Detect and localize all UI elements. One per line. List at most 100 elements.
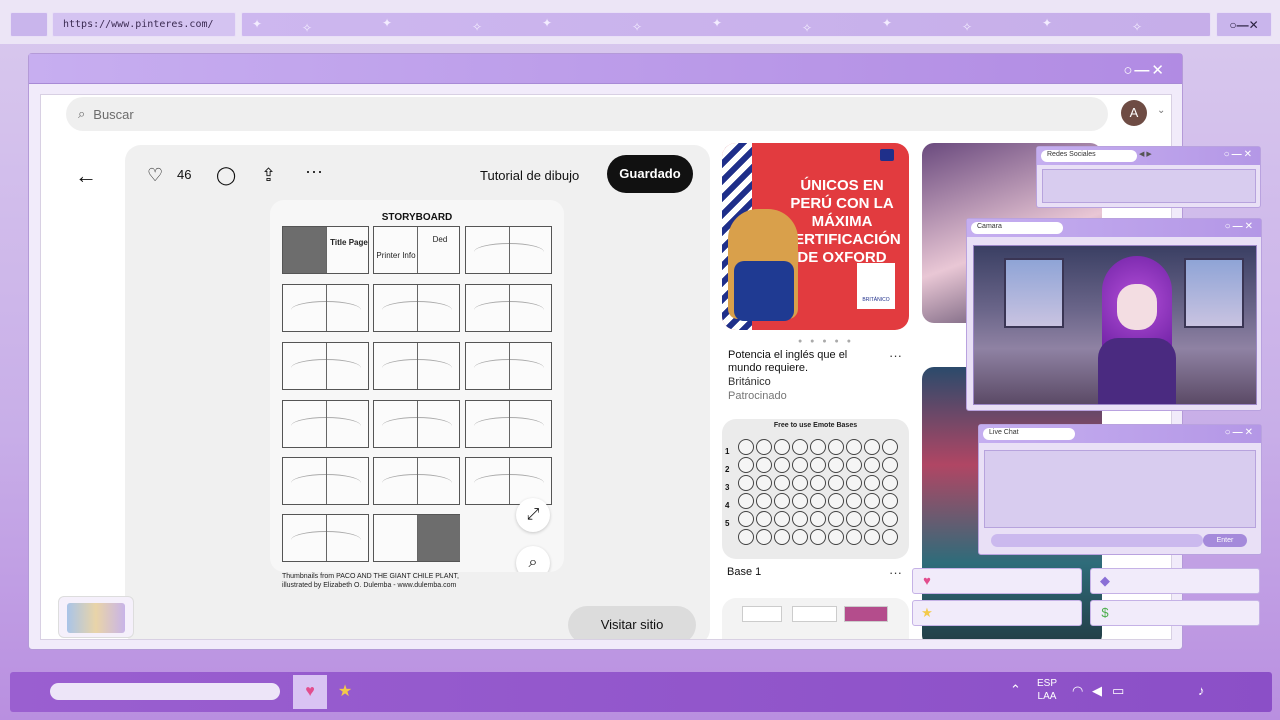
emote-grid: [738, 439, 898, 545]
sponsored-pin-image[interactable]: ÚNICOS EN PERÚ CON LA MÁXIMA CERTIFICACI…: [722, 143, 909, 330]
sparkle-icon: ✦: [542, 16, 553, 30]
storyboard-cell: [465, 284, 552, 332]
more-options-icon[interactable]: ···: [889, 348, 902, 363]
storyboard-cell: [282, 457, 369, 505]
comment-icon[interactable]: ◯: [216, 165, 236, 186]
dollar-icon: $: [1101, 605, 1109, 620]
chat-input[interactable]: [991, 534, 1203, 547]
like-count: 46: [177, 167, 192, 182]
storyboard-cell: [282, 284, 369, 332]
enter-button[interactable]: Enter: [1203, 534, 1247, 547]
pin-toolbar: ← ♡ 46 ◯ ⇪ ··· Tutorial de dibujo Guarda…: [75, 153, 710, 197]
sparkle-icon: ✧: [632, 20, 643, 34]
window-controls[interactable]: ○—✕: [1225, 221, 1255, 232]
storyboard-image[interactable]: STORYBOARD Title Page Printer Info Ded ⤢…: [270, 200, 564, 572]
social-overlay-window: Redes Sociales ◀ ▶ ○—✕: [1036, 146, 1261, 208]
chat-messages: [984, 450, 1256, 528]
camera-window-title: Camara: [971, 222, 1063, 234]
storyboard-cell: [465, 342, 552, 390]
diamond-icon: ◆: [1100, 573, 1110, 588]
heart-icon[interactable]: ♥: [293, 675, 327, 709]
ad-brand[interactable]: Británico: [728, 376, 771, 388]
speaker-icon[interactable]: ◀: [1092, 683, 1102, 699]
storyboard-cell: Title Page: [282, 226, 369, 274]
storyboard-cell: [373, 514, 460, 562]
star-icon: ★: [921, 605, 933, 620]
storyboard-cell: [373, 342, 460, 390]
social-content: [1042, 169, 1256, 203]
sparkle-icon: ✧: [472, 20, 483, 34]
storyboard-cell: [282, 514, 369, 562]
visual-search-icon[interactable]: ⌕: [516, 546, 550, 572]
saved-button[interactable]: Guardado: [607, 155, 693, 193]
emote-pin-image[interactable]: Free to use Emote Bases 1 2 3 4 5: [722, 419, 909, 559]
window-thumbnail[interactable]: [58, 596, 134, 638]
sparkle-icon: ✦: [1042, 16, 1053, 30]
promoted-label: Patrocinado: [728, 390, 787, 402]
carousel-dots[interactable]: ● ● ● ● ●: [798, 338, 854, 345]
back-arrow-icon[interactable]: ←: [75, 163, 97, 189]
vtuber-camera-feed: [973, 245, 1257, 405]
moodboard-pin-image[interactable]: [722, 598, 909, 639]
emote-row-numbers: 1 2 3 4 5: [725, 447, 730, 528]
chevron-up-icon[interactable]: ⌃: [1010, 682, 1021, 698]
more-options-icon[interactable]: ···: [305, 161, 323, 182]
storyboard-cell: [282, 400, 369, 448]
storyboard-cell: [373, 400, 460, 448]
avatar[interactable]: A: [1121, 100, 1147, 126]
heart-icon: ♥: [923, 573, 931, 588]
wifi-icon[interactable]: ◠: [1072, 683, 1083, 699]
frame-window-controls[interactable]: ○—✕: [1216, 12, 1272, 37]
storyboard-cell: [373, 284, 460, 332]
storyboard-cell: [465, 457, 552, 505]
widget-heart[interactable]: ♥: [912, 568, 1082, 594]
board-selector[interactable]: Tutorial de dibujo: [480, 168, 579, 183]
widget-diamond[interactable]: ◆: [1090, 568, 1260, 594]
bookmark-icon: [880, 149, 894, 161]
language-indicator[interactable]: ESP LAA: [1037, 677, 1057, 703]
taskbar-search-input[interactable]: [50, 683, 280, 700]
sparkle-icon: ✧: [302, 21, 313, 35]
widget-star[interactable]: ★: [912, 600, 1082, 626]
storyboard-cell: [465, 400, 552, 448]
storyboard-cell: [373, 457, 460, 505]
sparkle-icon: ✧: [802, 21, 813, 35]
search-icon: ⌕: [78, 106, 86, 121]
ad-headline: ÚNICOS EN PERÚ CON LA MÁXIMA CERTIFICACI…: [783, 177, 901, 266]
search-input[interactable]: ⌕ Buscar: [66, 97, 1108, 131]
nav-arrows-icon[interactable]: ◀ ▶: [1139, 150, 1152, 158]
visit-site-button[interactable]: Visitar sitio: [568, 606, 696, 639]
chat-overlay-window: Live Chat ○—✕ Enter: [978, 424, 1262, 555]
sparkle-icon: ✦: [382, 16, 393, 30]
notification-bell-icon[interactable]: ♪: [1198, 683, 1205, 698]
chat-window-title: Live Chat: [983, 428, 1075, 440]
window-controls[interactable]: ○—✕: [1225, 427, 1255, 438]
ded-label: Ded: [432, 235, 448, 244]
widget-dollar[interactable]: $: [1090, 600, 1260, 626]
social-window-title: Redes Sociales: [1041, 150, 1137, 162]
sparkle-icon: ✦: [712, 16, 723, 30]
star-icon[interactable]: ★: [328, 675, 362, 709]
chevron-down-icon[interactable]: ⌄: [1157, 105, 1165, 116]
ad-caption[interactable]: Potencia el inglés que el mundo requiere…: [728, 349, 868, 375]
heart-icon[interactable]: ♡: [147, 165, 163, 186]
storyboard-cell: [282, 342, 369, 390]
emote-caption[interactable]: Base 1: [727, 566, 761, 578]
url-bar[interactable]: https://www.pinteres.com/: [52, 12, 236, 37]
sparkle-icon: ✦: [252, 17, 263, 31]
window-controls[interactable]: ○—✕: [1224, 149, 1254, 160]
storyboard-title: STORYBOARD: [381, 212, 453, 223]
frame-decoration-bar: ✦ ✧ ✦ ✧ ✦ ✧ ✦ ✧ ✦ ✧ ✦ ✧: [241, 12, 1211, 37]
window-titlebar: ○—✕: [29, 54, 1182, 84]
share-icon[interactable]: ⇪: [261, 165, 276, 186]
pin-card: ← ♡ 46 ◯ ⇪ ··· Tutorial de dibujo Guarda…: [75, 145, 710, 639]
expand-icon[interactable]: ⤢: [516, 498, 550, 532]
window-controls[interactable]: ○—✕: [1123, 61, 1166, 79]
more-options-icon[interactable]: ···: [889, 565, 902, 580]
sparkle-icon: ✦: [882, 16, 893, 30]
taskbar: ♥ ★ ⌃ ESP LAA ◠ ◀ ▭ ♪: [10, 672, 1272, 712]
storyboard-cell: [465, 226, 552, 274]
battery-icon[interactable]: ▭: [1112, 683, 1124, 699]
frame-segment: [10, 12, 48, 37]
image-credit: Thumbnails from PACO AND THE GIANT CHILE…: [282, 573, 459, 589]
